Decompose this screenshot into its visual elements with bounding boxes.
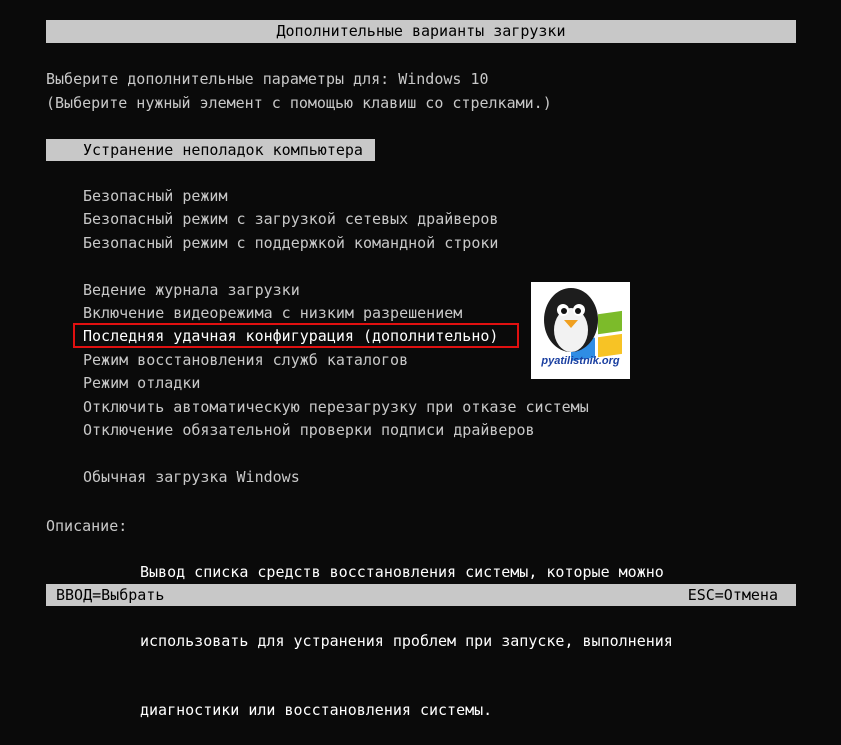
- menu-item-normal-boot[interactable]: Обычная загрузка Windows: [83, 467, 300, 487]
- menu-item-safe-mode-networking[interactable]: Безопасный режим с загрузкой сетевых дра…: [83, 209, 498, 229]
- prompt-line-2: (Выберите нужный элемент с помощью клави…: [46, 94, 552, 112]
- description-line: Вывод списка средств восстановления сист…: [140, 563, 664, 581]
- enter-select-hint[interactable]: ВВОД=Выбрать: [56, 584, 164, 606]
- menu-item-label: Устранение неполадок компьютера: [83, 141, 363, 159]
- site-logo-text: pyatilistnik.org: [541, 355, 620, 367]
- menu-item-safe-mode[interactable]: Безопасный режим: [83, 186, 228, 206]
- site-logo: pyatilistnik.org: [531, 282, 630, 379]
- menu-item-safe-mode-cmd[interactable]: Безопасный режим с поддержкой командной …: [83, 233, 498, 253]
- description-label: Описание:: [46, 517, 128, 535]
- menu-item-disable-auto-restart[interactable]: Отключить автоматическую перезагрузку пр…: [83, 397, 589, 417]
- prompt-line-1: Выберите дополнительные параметры для: W…: [46, 70, 489, 88]
- highlight-annotation-box: [73, 323, 519, 348]
- menu-item-disable-driver-signature[interactable]: Отключение обязательной проверки подписи…: [83, 420, 535, 440]
- menu-item-directory-restore[interactable]: Режим восстановления служб каталогов: [83, 350, 408, 370]
- window-title: Дополнительные варианты загрузки: [46, 20, 796, 43]
- description-text: Вывод списка средств восстановления сист…: [140, 515, 673, 745]
- description-line: использовать для устранения проблем при …: [140, 632, 673, 650]
- menu-item-boot-logging[interactable]: Ведение журнала загрузки: [83, 280, 300, 300]
- menu-item-troubleshoot[interactable]: Устранение неполадок компьютера: [46, 139, 375, 161]
- menu-item-low-res-video[interactable]: Включение видеорежима с низким разрешени…: [83, 303, 462, 323]
- esc-cancel-hint[interactable]: ESC=Отмена: [688, 584, 778, 606]
- footer-bar: ВВОД=Выбрать ESC=Отмена: [46, 584, 796, 606]
- description-line: диагностики или восстановления системы.: [140, 701, 493, 719]
- menu-item-debug-mode[interactable]: Режим отладки: [83, 373, 200, 393]
